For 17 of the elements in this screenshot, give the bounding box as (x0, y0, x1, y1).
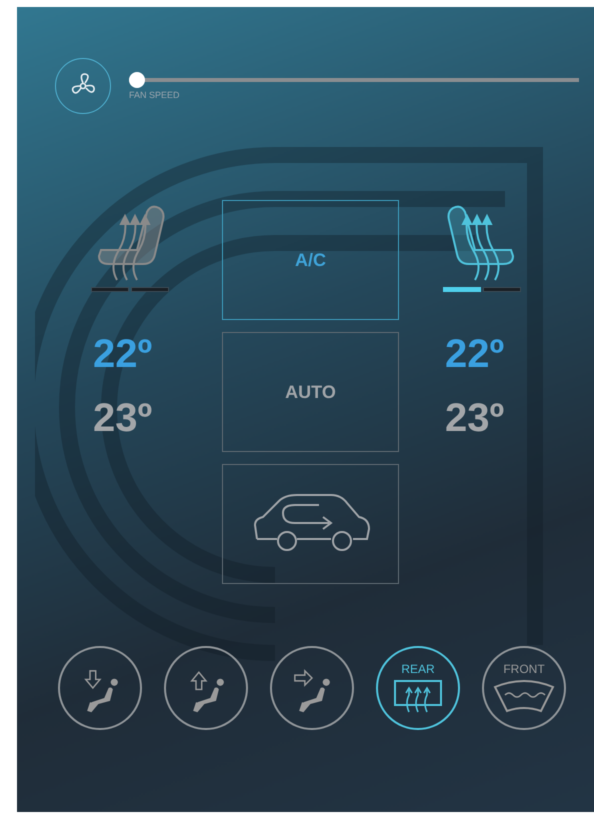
temperature-reading: 22º (93, 334, 152, 374)
recirculation-button[interactable] (222, 464, 399, 584)
mode-button[interactable]: AUTO (222, 332, 399, 452)
rear-window-heat-icon (393, 679, 443, 713)
fan-speed-label: FAN SPEED (129, 91, 180, 100)
temperature-reading: 22º (445, 334, 504, 374)
airflow-button[interactable] (58, 646, 142, 730)
windshield-heat-icon (493, 679, 555, 713)
airflow-button[interactable] (270, 646, 354, 730)
airflow-button[interactable]: REAR (376, 646, 460, 730)
temperature-reading: 23º (445, 398, 504, 438)
fan-button[interactable] (55, 58, 111, 114)
airflow-button[interactable]: FRONT (482, 646, 566, 730)
mode-button[interactable]: A/C (222, 200, 399, 320)
temperature-reading: 23º (93, 398, 152, 438)
airflow-button[interactable] (164, 646, 248, 730)
fan-speed-slider[interactable] (129, 73, 579, 87)
